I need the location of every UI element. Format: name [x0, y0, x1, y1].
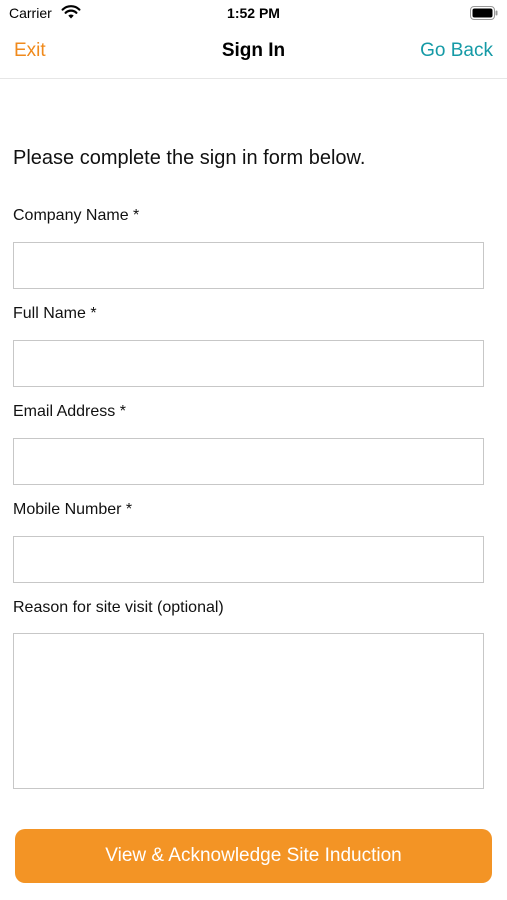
status-time: 1:52 PM — [227, 5, 280, 21]
view-acknowledge-induction-button[interactable]: View & Acknowledge Site Induction — [15, 829, 492, 883]
email-address-label: Email Address * — [13, 403, 126, 420]
full-name-field[interactable] — [13, 340, 484, 387]
reason-textarea[interactable] — [13, 633, 484, 789]
company-name-label: Company Name * — [13, 207, 140, 224]
go-back-button[interactable]: Go Back — [420, 40, 493, 62]
battery-icon — [470, 6, 498, 25]
company-name-field[interactable] — [13, 242, 484, 289]
mobile-number-field[interactable] — [13, 536, 484, 583]
status-bar: Carrier 1:52 PM — [0, 0, 507, 28]
mobile-number-label: Mobile Number * — [13, 501, 133, 518]
form-intro-text: Please complete the sign in form below. — [13, 147, 366, 169]
exit-button[interactable]: Exit — [14, 40, 46, 62]
navigation-bar: Exit Sign In Go Back — [0, 28, 507, 79]
reason-label: Reason for site visit (optional) — [13, 599, 224, 616]
full-name-label: Full Name * — [13, 305, 97, 322]
email-address-field[interactable] — [13, 438, 484, 485]
